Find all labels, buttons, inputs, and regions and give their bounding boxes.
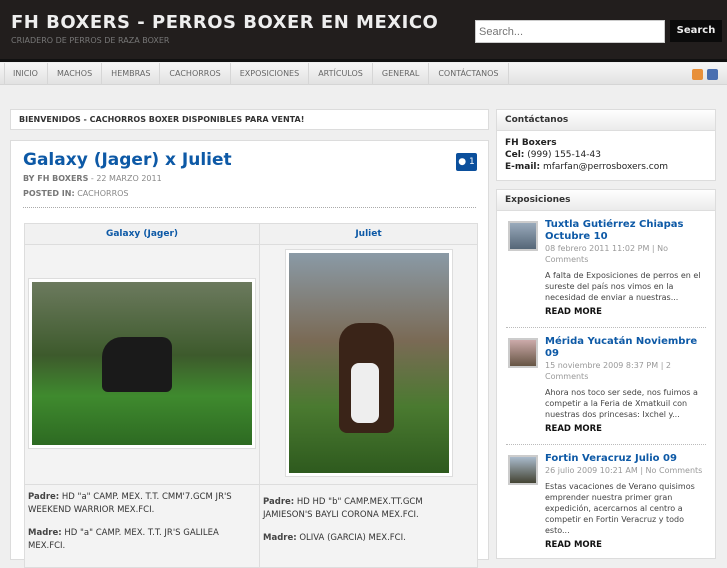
site-header: FH BOXERS - PERROS BOXER EN MEXICO CRIAD… xyxy=(0,0,727,62)
nav-exposiciones[interactable]: EXPOSICIONES xyxy=(231,63,310,85)
expo-item-title[interactable]: Mérida Yucatán Noviembre 09 xyxy=(545,336,706,360)
expo-item: Fortin Veracruz Julio 09 26 julio 2009 1… xyxy=(506,445,706,560)
nav-inicio[interactable]: INICIO xyxy=(4,63,48,85)
post-byline: BY FH BOXERS - 22 MARZO 2011 xyxy=(23,174,162,183)
site-tagline: CRIADERO DE PERROS DE RAZA BOXER xyxy=(11,36,170,45)
read-more-link[interactable]: READ MORE xyxy=(545,307,706,317)
comment-count-badge[interactable]: ● 1 xyxy=(456,153,477,171)
contact-name: FH Boxers xyxy=(505,138,557,148)
facebook-icon[interactable] xyxy=(707,69,718,80)
expo-thumbnail[interactable] xyxy=(508,455,538,485)
nav-cachorros[interactable]: CACHORROS xyxy=(160,63,231,85)
expo-thumbnail[interactable] xyxy=(508,221,538,251)
contact-title: Contáctanos xyxy=(497,110,715,131)
dog-name-right[interactable]: Juliet xyxy=(259,223,478,245)
nav-articulos[interactable]: ARTÍCULOS xyxy=(309,63,373,85)
divider xyxy=(23,207,476,208)
post-title[interactable]: Galaxy (Jager) x Juliet xyxy=(23,150,232,170)
comment-count: 1 xyxy=(468,157,475,167)
rss-icon[interactable] xyxy=(692,69,703,80)
site-title[interactable]: FH BOXERS - PERROS BOXER EN MEXICO xyxy=(11,12,438,33)
expo-item: Mérida Yucatán Noviembre 09 15 noviembre… xyxy=(506,328,706,445)
expo-title: Exposiciones xyxy=(497,190,715,211)
exposiciones-widget: Exposiciones Tuxtla Gutiérrez Chiapas Oc… xyxy=(496,189,716,559)
contact-email[interactable]: mfarfan@perrosboxers.com xyxy=(543,162,668,172)
expo-item-meta: 26 julio 2009 10:21 AM | No Comments xyxy=(545,466,703,475)
contact-widget: Contáctanos FH Boxers Cel: (999) 155-14-… xyxy=(496,109,716,181)
read-more-link[interactable]: READ MORE xyxy=(545,540,706,550)
expo-item-title[interactable]: Fortin Veracruz Julio 09 xyxy=(545,453,706,465)
expo-item-title[interactable]: Tuxtla Gutiérrez Chiapas Octubre 10 xyxy=(545,219,706,243)
contact-phone: (999) 155-14-43 xyxy=(527,150,601,160)
post-category-line: POSTED IN: CACHORROS xyxy=(23,189,129,198)
right-madre: OLIVA (GARCIA) MEX.FCI. xyxy=(299,533,406,543)
search-input[interactable] xyxy=(475,20,665,43)
expo-item: Tuxtla Gutiérrez Chiapas Octubre 10 08 f… xyxy=(506,211,706,328)
category-link[interactable]: CACHORROS xyxy=(77,189,128,198)
read-more-link[interactable]: READ MORE xyxy=(545,424,706,434)
expo-item-excerpt: A falta de Exposiciones de perros en el … xyxy=(545,271,701,302)
nav-hembras[interactable]: HEMBRAS xyxy=(102,63,161,85)
expo-item-meta: 15 noviembre 2009 8:37 PM | 2 Comments xyxy=(545,361,672,381)
galaxy-photo[interactable] xyxy=(28,277,256,449)
post: Galaxy (Jager) x Juliet ● 1 BY FH BOXERS… xyxy=(10,140,489,568)
search-button[interactable]: Search xyxy=(670,20,722,42)
left-padre: HD "a" CAMP. MEX. T.T. CMM'7.GCM JR'S WE… xyxy=(28,492,232,515)
main-nav: INICIO MACHOS HEMBRAS CACHORROS EXPOSICI… xyxy=(0,63,727,85)
expo-item-excerpt: Estas vacaciones de Verano quisimos empr… xyxy=(545,482,695,535)
expo-thumbnail[interactable] xyxy=(508,338,538,368)
expo-item-meta: 08 febrero 2011 11:02 PM | No Comments xyxy=(545,244,669,264)
nav-general[interactable]: GENERAL xyxy=(373,63,430,85)
nav-machos[interactable]: MACHOS xyxy=(48,63,103,85)
juliet-photo[interactable] xyxy=(284,249,453,477)
nav-contactanos[interactable]: CONTÁCTANOS xyxy=(429,63,509,85)
welcome-banner: BIENVENIDOS - CACHORROS BOXER DISPONIBLE… xyxy=(10,109,489,130)
expo-item-excerpt: Ahora nos toco ser sede, nos fuimos a co… xyxy=(545,388,698,419)
dog-table: Galaxy (Jager) Juliet Padre: HD "a" CAMP.… xyxy=(24,223,478,568)
dog-name-left[interactable]: Galaxy (Jager) xyxy=(24,223,260,245)
